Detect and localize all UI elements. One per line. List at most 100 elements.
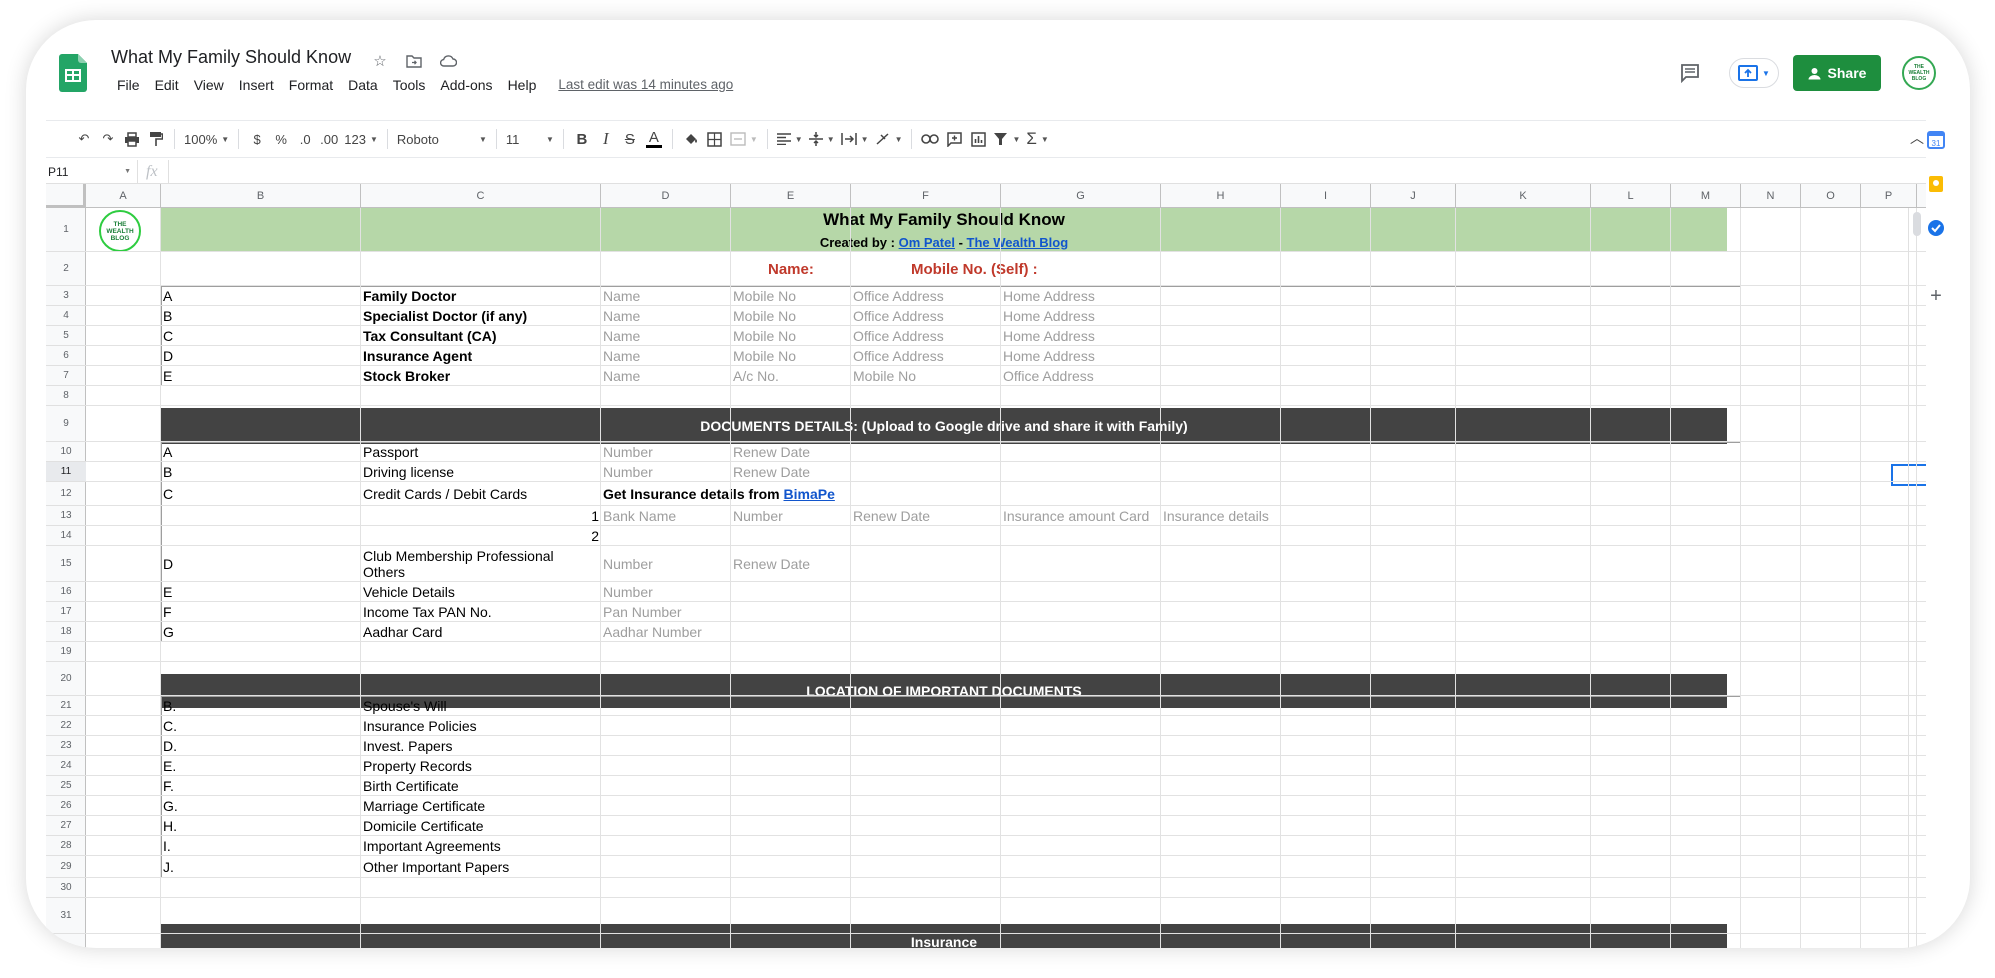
column-header-f[interactable]: F (851, 184, 1001, 208)
add-addon-icon[interactable]: + (1926, 286, 1946, 306)
row-header-16[interactable]: 16 (46, 582, 86, 602)
row-header-30[interactable]: 30 (46, 878, 86, 898)
row-header-10[interactable]: 10 (46, 442, 86, 462)
row-header-13[interactable]: 13 (46, 506, 86, 526)
row-header-26[interactable]: 26 (46, 796, 86, 816)
row-header-22[interactable]: 22 (46, 716, 86, 736)
tasks-icon[interactable] (1926, 218, 1946, 238)
strikethrough-button[interactable]: S (618, 127, 642, 151)
decrease-decimal-button[interactable]: .0 (293, 127, 317, 151)
menu-insert[interactable]: Insert (232, 77, 282, 93)
row-header-12[interactable]: 12 (46, 482, 86, 506)
column-header-g[interactable]: G (1001, 184, 1161, 208)
keep-icon[interactable] (1926, 174, 1946, 194)
bold-button[interactable]: B (570, 127, 594, 151)
row-header-5[interactable]: 5 (46, 326, 86, 346)
column-header-d[interactable]: D (601, 184, 731, 208)
font-select[interactable]: Roboto ▼ (394, 127, 490, 151)
paint-format-icon[interactable] (144, 127, 168, 151)
row-header-21[interactable]: 21 (46, 696, 86, 716)
borders-icon[interactable] (703, 127, 727, 151)
column-header-i[interactable]: I (1281, 184, 1371, 208)
cloud-status-icon[interactable] (439, 52, 457, 70)
menu-edit[interactable]: Edit (148, 77, 187, 93)
column-header-m[interactable]: M (1671, 184, 1741, 208)
spreadsheet-grid[interactable]: ABCDEFGHIJKLMNOP 1 2 3 4 5 6 7 8 9 10 11 12 13 14 15 16… (46, 184, 1926, 948)
row-header-29[interactable]: 29 (46, 856, 86, 878)
menu-add-ons[interactable]: Add-ons (433, 77, 500, 93)
row-header-8[interactable]: 8 (46, 386, 86, 406)
column-header-k[interactable]: K (1456, 184, 1591, 208)
sheets-logo-icon[interactable] (59, 54, 87, 92)
row-header-25[interactable]: 25 (46, 776, 86, 796)
comment-history-icon[interactable] (1676, 59, 1704, 87)
present-button[interactable]: ▼ (1729, 58, 1779, 88)
column-header-a[interactable]: A (86, 184, 161, 208)
blog-link[interactable]: The Wealth Blog (967, 235, 1069, 250)
collapse-menus-icon[interactable]: ︿ (1910, 128, 1924, 148)
row-header-20[interactable]: 20 (46, 662, 86, 696)
font-size-select[interactable]: 11 ▼ (503, 127, 557, 151)
vertical-scrollbar[interactable] (1908, 208, 1924, 948)
row-header-17[interactable]: 17 (46, 602, 86, 622)
column-header-b[interactable]: B (161, 184, 361, 208)
row-header-23[interactable]: 23 (46, 736, 86, 756)
insert-chart-icon[interactable] (966, 127, 990, 151)
vertical-align-icon[interactable]: ▼ (806, 127, 838, 151)
row-header-7[interactable]: 7 (46, 366, 86, 386)
scroll-thumb[interactable] (1913, 212, 1921, 236)
menu-data[interactable]: Data (341, 77, 386, 93)
increase-decimal-button[interactable]: .00 (317, 127, 341, 151)
text-rotation-icon[interactable]: ▼ (872, 127, 906, 151)
author-link[interactable]: Om Patel (899, 235, 955, 250)
undo-icon[interactable]: ↶ (72, 127, 96, 151)
menu-tools[interactable]: Tools (386, 77, 434, 93)
column-header-p[interactable]: P (1861, 184, 1917, 208)
functions-icon[interactable]: Σ ▼ (1023, 127, 1051, 151)
column-header-e[interactable]: E (731, 184, 851, 208)
row-header-19[interactable]: 19 (46, 642, 86, 662)
insert-comment-icon[interactable] (942, 127, 966, 151)
row-header-11[interactable]: 11 (46, 462, 86, 482)
italic-button[interactable]: I (594, 127, 618, 151)
currency-format-button[interactable]: $ (245, 127, 269, 151)
last-edit-link[interactable]: Last edit was 14 minutes ago (558, 77, 733, 93)
formula-input[interactable] (167, 160, 1926, 183)
row-header-4[interactable]: 4 (46, 306, 86, 326)
text-wrapping-icon[interactable]: ▼ (838, 127, 872, 151)
row-header-1[interactable]: 1 (46, 208, 86, 252)
name-box[interactable]: P11 ▼ (46, 160, 138, 183)
star-icon[interactable]: ☆ (371, 52, 389, 70)
print-icon[interactable] (120, 127, 144, 151)
insert-link-icon[interactable] (918, 127, 942, 151)
document-title[interactable]: What My Family Should Know (111, 47, 351, 68)
menu-view[interactable]: View (187, 77, 232, 93)
account-avatar[interactable]: THE WEALTH BLOG (1902, 56, 1936, 90)
move-folder-icon[interactable] (405, 52, 423, 70)
row-header-2[interactable]: 2 (46, 252, 86, 286)
column-header-c[interactable]: C (361, 184, 601, 208)
redo-icon[interactable]: ↷ (96, 127, 120, 151)
fill-color-icon[interactable] (679, 127, 703, 151)
calendar-icon[interactable]: 31 (1926, 130, 1946, 150)
column-header-n[interactable]: N (1741, 184, 1801, 208)
row-header-6[interactable]: 6 (46, 346, 86, 366)
row-header-14[interactable]: 14 (46, 526, 86, 546)
row-header-3[interactable]: 3 (46, 286, 86, 306)
column-header-o[interactable]: O (1801, 184, 1861, 208)
bimape-link[interactable]: BimaPe (784, 486, 835, 502)
row-header-15[interactable]: 15 (46, 546, 86, 582)
zoom-select[interactable]: 100% ▼ (181, 127, 232, 151)
column-header-j[interactable]: J (1371, 184, 1456, 208)
menu-format[interactable]: Format (282, 77, 341, 93)
column-header-h[interactable]: H (1161, 184, 1281, 208)
menu-help[interactable]: Help (501, 77, 545, 93)
row-header-27[interactable]: 27 (46, 816, 86, 836)
select-all-corner[interactable] (46, 184, 86, 208)
merge-cells-icon[interactable]: ▼ (727, 127, 761, 151)
horizontal-align-icon[interactable]: ▼ (774, 127, 806, 151)
row-header-28[interactable]: 28 (46, 836, 86, 856)
row-header-18[interactable]: 18 (46, 622, 86, 642)
percent-format-button[interactable]: % (269, 127, 293, 151)
text-color-button[interactable]: A (642, 127, 666, 151)
